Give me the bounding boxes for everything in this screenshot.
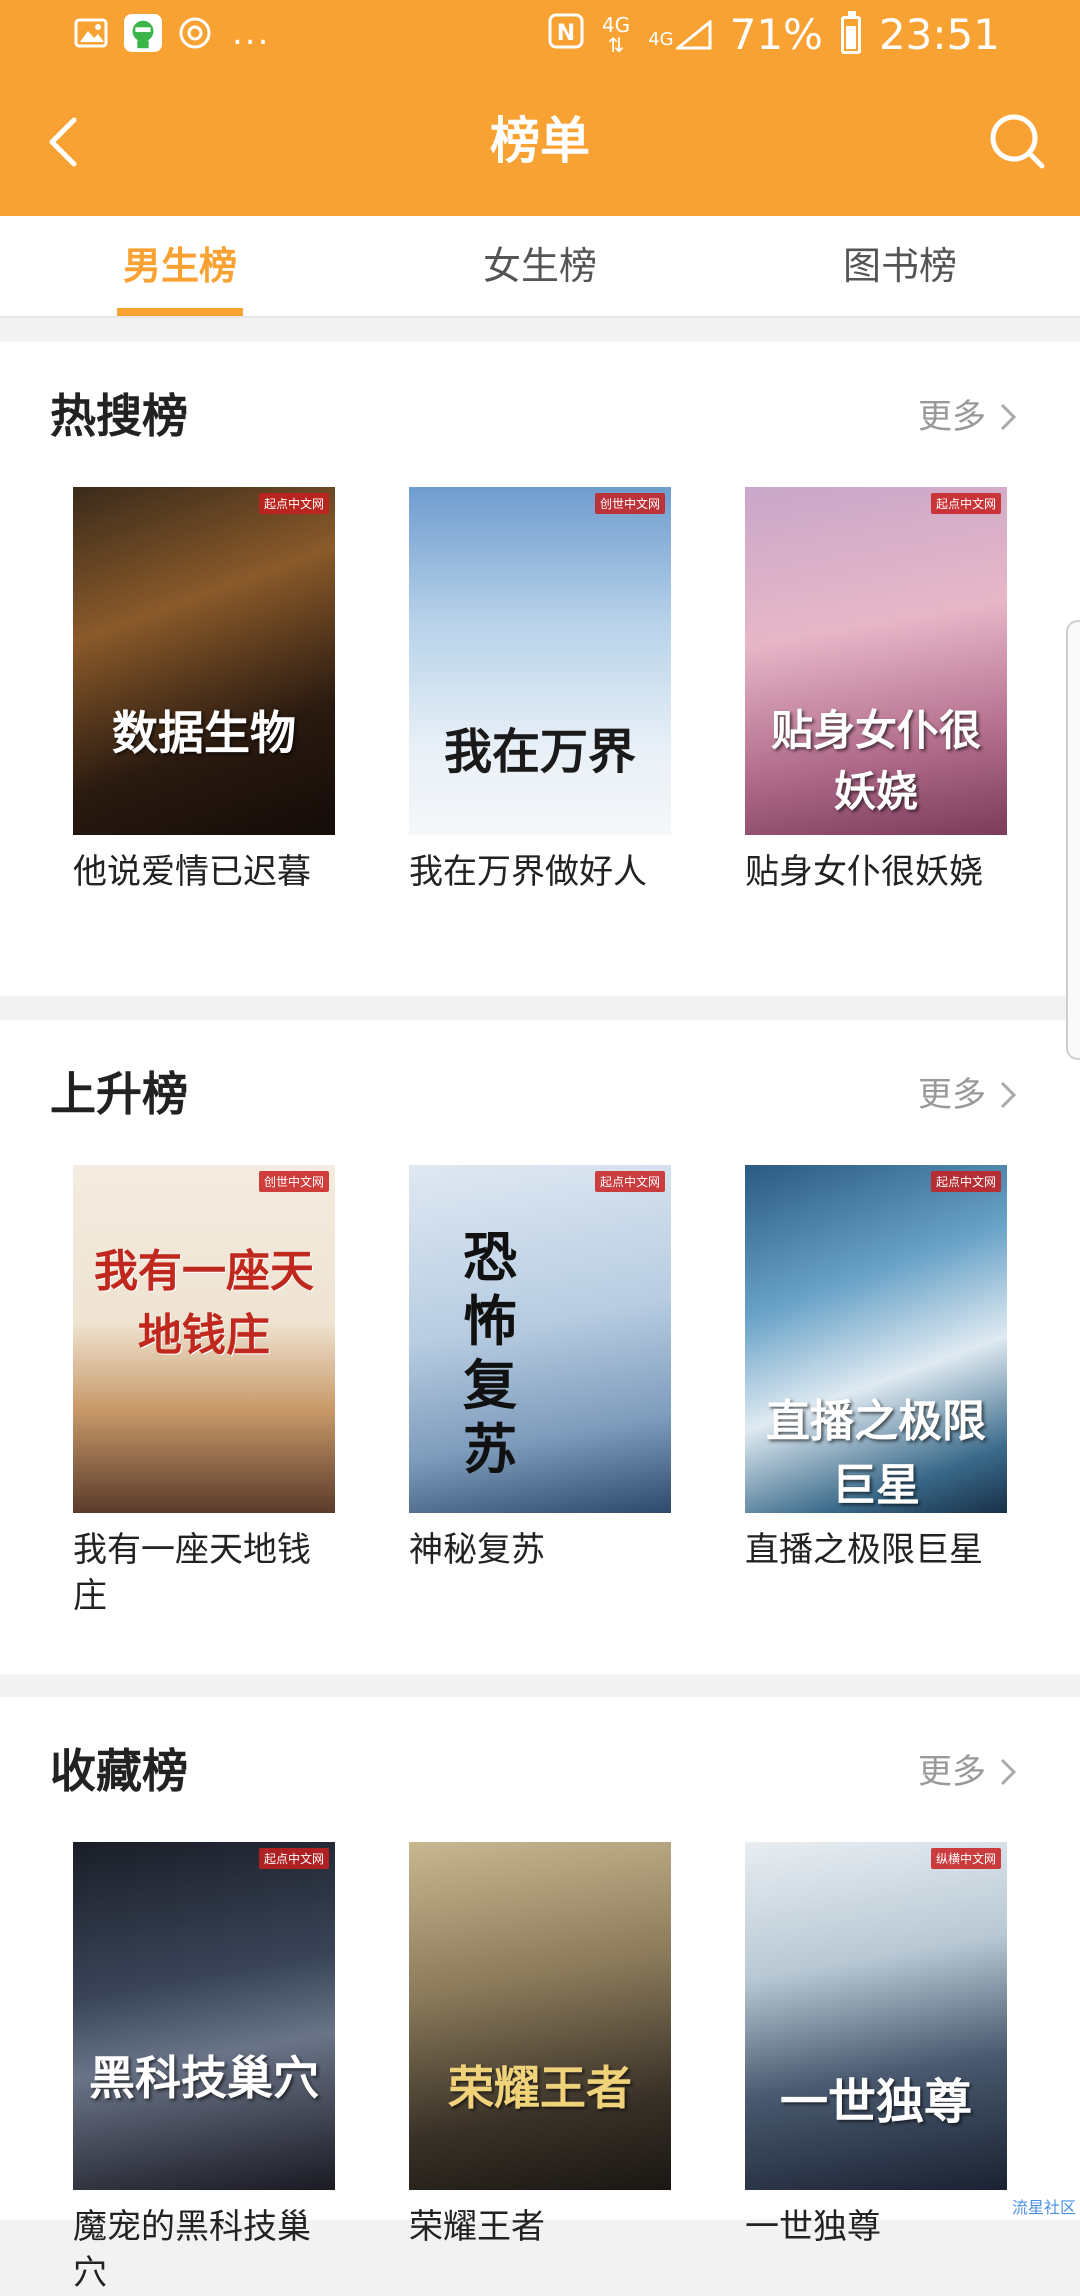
book-card[interactable]: 荣耀王者 荣耀王者 — [409, 1842, 671, 2250]
section-hot-search: 热搜榜 更多 起点中文网 数据生物 他说爱情已迟暮 创世中文网 我在万界 我在万… — [0, 342, 1080, 996]
book-card[interactable]: 创世中文网 我有一座天地钱庄 我有一座天地钱庄 — [73, 1165, 335, 1619]
tab-male[interactable]: 男生榜 — [0, 216, 360, 316]
book-title: 荣耀王者 — [409, 2204, 671, 2250]
book-card[interactable]: 起点中文网 直播之极限巨星 直播之极限巨星 — [745, 1165, 1007, 1573]
search-button[interactable] — [984, 108, 1050, 174]
svg-text:N: N — [557, 21, 575, 46]
gallery-icon — [72, 14, 110, 52]
app-header: ... N 4G⇅ 4G 71% 23:51 榜单 — [0, 0, 1080, 216]
book-cover: 起点中文网 恐怖复苏 — [409, 1165, 671, 1513]
book-cover: 创世中文网 我在万界 — [409, 487, 671, 835]
title-bar: 榜单 — [0, 72, 1080, 216]
more-link[interactable]: 更多 — [918, 1070, 1020, 1120]
book-title: 一世独尊 — [745, 2204, 1007, 2250]
book-title: 我有一座天地钱庄 — [73, 1527, 335, 1619]
sync-icon — [176, 14, 214, 52]
battery-icon — [841, 16, 861, 54]
more-link[interactable]: 更多 — [918, 1747, 1020, 1797]
book-cover: 创世中文网 我有一座天地钱庄 — [73, 1165, 335, 1513]
watermark: 流星社区 — [1012, 2194, 1076, 2218]
network-indicator-1: 4G⇅ — [602, 15, 630, 55]
book-cover: 荣耀王者 — [409, 1842, 671, 2190]
book-title: 魔宠的黑科技巢穴 — [73, 2204, 335, 2296]
section-title: 上升榜 — [50, 1064, 188, 1124]
notification-icons: ... — [72, 14, 270, 52]
more-label: 更多 — [918, 392, 986, 442]
section-title: 收藏榜 — [50, 1741, 188, 1801]
book-title: 神秘复苏 — [409, 1527, 671, 1573]
section-collection: 收藏榜 更多 起点中文网 黑科技巢穴 魔宠的黑科技巢穴 荣耀王者 荣耀王者 纵横… — [0, 1697, 1080, 2220]
book-title: 我在万界做好人 — [409, 849, 671, 895]
clock: 23:51 — [879, 10, 1000, 59]
signal-icon: 4G — [648, 20, 711, 50]
more-label: 更多 — [918, 1747, 986, 1797]
more-notifications-indicator: ... — [232, 18, 270, 48]
book-title: 贴身女仆很妖娆 — [745, 849, 1007, 895]
nfc-icon: N — [548, 10, 584, 59]
book-card[interactable]: 纵横中文网 一世独尊 一世独尊 — [745, 1842, 1007, 2250]
battery-percent: 71% — [730, 10, 823, 59]
book-cover: 纵横中文网 一世独尊 — [745, 1842, 1007, 2190]
tab-female[interactable]: 女生榜 — [360, 216, 720, 316]
book-cover: 起点中文网 黑科技巢穴 — [73, 1842, 335, 2190]
chevron-right-icon — [996, 1754, 1020, 1790]
chevron-right-icon — [996, 1077, 1020, 1113]
active-tab-indicator — [117, 308, 243, 316]
book-title: 直播之极限巨星 — [745, 1527, 1007, 1573]
book-card[interactable]: 起点中文网 黑科技巢穴 魔宠的黑科技巢穴 — [73, 1842, 335, 2296]
ranking-tabs: 男生榜 女生榜 图书榜 — [0, 216, 1080, 318]
app-notification-icon — [124, 14, 162, 52]
section-title: 热搜榜 — [50, 386, 188, 446]
book-cover: 起点中文网 直播之极限巨星 — [745, 1165, 1007, 1513]
book-card[interactable]: 创世中文网 我在万界 我在万界做好人 — [409, 487, 671, 895]
more-link[interactable]: 更多 — [918, 392, 1020, 442]
system-indicators: N 4G⇅ 4G 71% 23:51 — [548, 10, 1000, 59]
section-rising: 上升榜 更多 创世中文网 我有一座天地钱庄 我有一座天地钱庄 起点中文网 恐怖复… — [0, 1020, 1080, 1674]
book-cover: 起点中文网 贴身女仆很妖娆 — [745, 487, 1007, 835]
book-card[interactable]: 起点中文网 贴身女仆很妖娆 贴身女仆很妖娆 — [745, 487, 1007, 895]
book-title: 他说爱情已迟暮 — [73, 849, 335, 895]
more-label: 更多 — [918, 1070, 986, 1120]
page-title: 榜单 — [0, 108, 1080, 174]
edge-panel-handle[interactable] — [1066, 620, 1080, 1060]
status-bar: ... N 4G⇅ 4G 71% 23:51 — [0, 0, 1080, 72]
tab-books[interactable]: 图书榜 — [720, 216, 1080, 316]
search-icon — [984, 108, 1050, 174]
book-card[interactable]: 起点中文网 恐怖复苏 神秘复苏 — [409, 1165, 671, 1573]
chevron-right-icon — [996, 399, 1020, 435]
book-card[interactable]: 起点中文网 数据生物 他说爱情已迟暮 — [73, 487, 335, 895]
book-cover: 起点中文网 数据生物 — [73, 487, 335, 835]
